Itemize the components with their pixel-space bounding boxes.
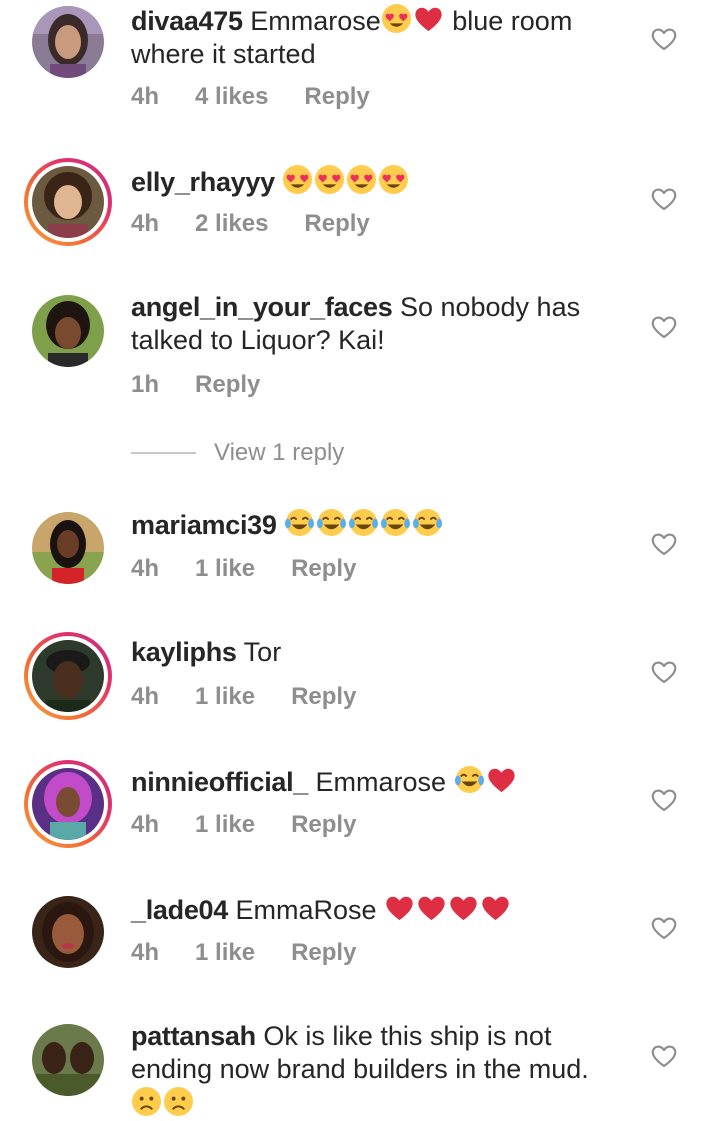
like-count[interactable]: 2 likes	[195, 210, 268, 237]
comment-text: divaa475 Emmarose blue room where it sta…	[131, 3, 611, 71]
tears-of-joy-emoji	[413, 508, 443, 537]
reply-button[interactable]: Reply	[291, 555, 356, 582]
comment-body: EmmaRose	[235, 895, 385, 925]
comment-text: ninnieofficial_ Emmarose	[131, 764, 611, 799]
red-heart-emoji	[415, 7, 442, 32]
timestamp: 4h	[131, 83, 160, 110]
comment-meta: 4h 4 likes Reply	[131, 83, 406, 111]
heart-outline-icon[interactable]	[651, 788, 677, 812]
comment-body: Emmarose	[315, 767, 454, 797]
username[interactable]: elly_rhayyy	[131, 167, 275, 197]
replies-divider	[131, 452, 196, 454]
comment-meta: 4h 1 like Reply	[131, 939, 392, 967]
username[interactable]: mariamci39	[131, 510, 277, 540]
like-count[interactable]: 1 like	[195, 939, 255, 966]
heart-eyes-emoji	[381, 3, 411, 34]
avatar[interactable]	[32, 6, 104, 78]
crying-emoji	[131, 1086, 162, 1117]
tears-of-joy-emoji	[454, 765, 484, 794]
timestamp: 4h	[131, 555, 160, 582]
reply-button[interactable]: Reply	[291, 683, 356, 710]
timestamp: 4h	[131, 683, 160, 710]
like-count[interactable]: 4 likes	[195, 83, 268, 110]
heart-outline-icon[interactable]	[651, 187, 677, 211]
tears-of-joy-emoji	[317, 508, 347, 537]
avatar[interactable]	[32, 295, 104, 367]
username[interactable]: angel_in_your_faces	[131, 292, 393, 322]
red-heart-emoji	[418, 896, 445, 921]
heart-eyes-emoji	[347, 164, 377, 195]
tears-of-joy-emoji	[349, 508, 379, 537]
comment-meta: 4h 1 like Reply	[131, 683, 392, 711]
avatar[interactable]	[32, 512, 104, 584]
heart-eyes-emoji	[283, 164, 313, 195]
comment-body: Emmarose	[250, 6, 381, 36]
comment-text: elly_rhayyy	[131, 164, 611, 199]
username[interactable]: divaa475	[131, 6, 243, 36]
view-replies-label: View 1 reply	[214, 439, 345, 466]
crying-emoji	[163, 1086, 194, 1117]
heart-outline-icon[interactable]	[651, 27, 677, 51]
view-replies-button[interactable]: View 1 reply	[131, 437, 344, 469]
red-heart-emoji	[482, 896, 509, 921]
tears-of-joy-emoji	[285, 508, 315, 537]
tears-of-joy-emoji	[381, 508, 411, 537]
avatar-story-ring[interactable]	[24, 760, 112, 848]
heart-outline-icon[interactable]	[651, 1044, 677, 1068]
avatar-story-ring[interactable]	[24, 632, 112, 720]
reply-button[interactable]: Reply	[291, 811, 356, 838]
heart-outline-icon[interactable]	[651, 315, 677, 339]
heart-outline-icon[interactable]	[651, 532, 677, 556]
comment-meta: 4h 1 like Reply	[131, 555, 392, 583]
reply-button[interactable]: Reply	[195, 371, 260, 398]
avatar[interactable]	[32, 896, 104, 968]
comment-text: pattansah Ok is like this ship is not en…	[131, 1020, 611, 1121]
comment-meta: 4h 2 likes Reply	[131, 210, 406, 238]
heart-outline-icon[interactable]	[651, 660, 677, 684]
comment-body: Tor	[243, 637, 282, 667]
username[interactable]: kayliphs	[131, 637, 237, 667]
avatar[interactable]	[32, 1024, 104, 1096]
like-count[interactable]: 1 like	[195, 811, 255, 838]
comment-text: _lade04 EmmaRose	[131, 892, 611, 927]
avatar-story-ring[interactable]	[24, 158, 112, 246]
timestamp: 1h	[131, 371, 160, 398]
like-count[interactable]: 1 like	[195, 555, 255, 582]
comment-text: angel_in_your_faces So nobody has talked…	[131, 291, 611, 357]
comment-text: kayliphs Tor	[131, 636, 611, 669]
heart-outline-icon[interactable]	[651, 916, 677, 940]
timestamp: 4h	[131, 811, 160, 838]
red-heart-emoji	[450, 896, 477, 921]
username[interactable]: pattansah	[131, 1021, 256, 1051]
comment-meta: 1h Reply	[131, 371, 296, 399]
timestamp: 4h	[131, 939, 160, 966]
red-heart-emoji	[386, 896, 413, 921]
reply-button[interactable]: Reply	[291, 939, 356, 966]
heart-eyes-emoji	[315, 164, 345, 195]
comment-text: mariamci39	[131, 507, 611, 542]
username[interactable]: _lade04	[131, 895, 228, 925]
like-count[interactable]: 1 like	[195, 683, 255, 710]
timestamp: 4h	[131, 210, 160, 237]
reply-button[interactable]: Reply	[304, 83, 369, 110]
reply-button[interactable]: Reply	[304, 210, 369, 237]
comment-meta: 4h 1 like Reply	[131, 811, 392, 839]
username[interactable]: ninnieofficial_	[131, 767, 308, 797]
red-heart-emoji	[487, 768, 515, 793]
heart-eyes-emoji	[379, 164, 409, 195]
